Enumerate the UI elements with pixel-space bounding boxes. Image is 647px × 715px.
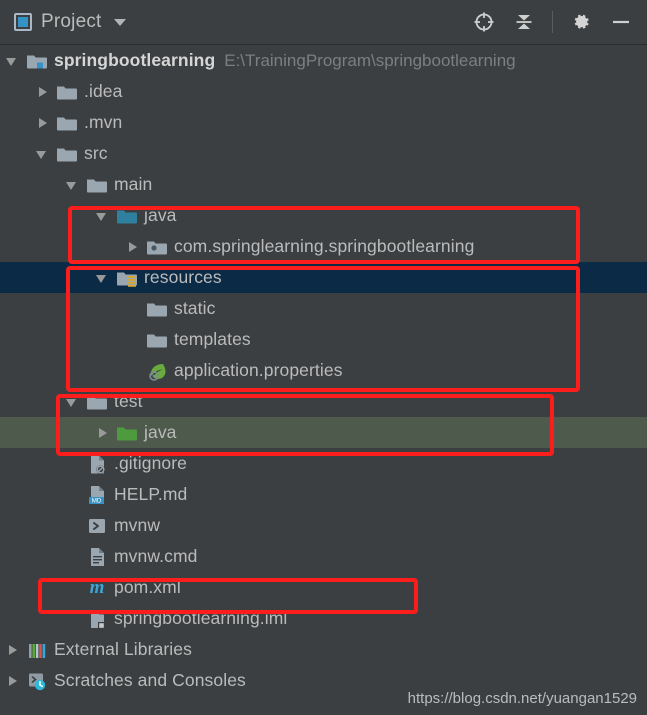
no-expander: [126, 333, 140, 347]
folder-icon: [56, 113, 78, 133]
panel-title: Project: [41, 11, 102, 32]
no-expander: [66, 519, 80, 533]
hide-button[interactable]: [609, 10, 633, 34]
chevron-right-icon[interactable]: [96, 426, 110, 440]
iml-module-file-icon: [86, 609, 108, 629]
tree-row[interactable]: mvnw.cmd: [0, 541, 647, 572]
collapse-all-button[interactable]: [512, 10, 536, 34]
chevron-down-icon[interactable]: [66, 178, 80, 192]
tree-row-label: java: [144, 422, 177, 442]
svg-text:MD: MD: [92, 497, 102, 504]
tree-row-label: Scratches and Consoles: [54, 670, 246, 690]
toolbar-separator: [552, 11, 553, 33]
tree-row-label: main: [114, 174, 153, 194]
tree-row[interactable]: .gitignore: [0, 448, 647, 479]
chevron-down-icon[interactable]: [113, 18, 126, 26]
tree-row[interactable]: springbootlearning.iml: [0, 603, 647, 634]
select-opened-file-button[interactable]: [472, 10, 496, 34]
chevron-down-icon[interactable]: [36, 147, 50, 161]
tree-row[interactable]: MD HELP.md: [0, 479, 647, 510]
shell-script-icon: [86, 516, 108, 536]
tree-row-label: .idea: [84, 81, 123, 101]
spring-properties-icon: [146, 361, 168, 381]
folder-icon: [56, 144, 78, 164]
project-panel-icon: [14, 13, 32, 31]
tree-row-label: resources: [144, 267, 222, 287]
chevron-right-icon[interactable]: [6, 674, 20, 688]
scratches-icon: [26, 671, 48, 691]
tree-row[interactable]: static: [0, 293, 647, 324]
settings-button[interactable]: [569, 10, 593, 34]
folder-icon: [146, 299, 168, 319]
no-expander: [66, 612, 80, 626]
folder-icon: [86, 175, 108, 195]
tree-row[interactable]: src: [0, 138, 647, 169]
no-expander: [66, 550, 80, 564]
watermark: https://blog.csdn.net/yuangan1529: [407, 690, 637, 707]
tree-row-label: static: [174, 298, 216, 318]
tree-row-label: mvnw: [114, 515, 161, 535]
tree-row-label: .mvn: [84, 112, 123, 132]
tree-row-label: mvnw.cmd: [114, 546, 198, 566]
tree-row-label: springbootlearning.iml: [114, 608, 288, 628]
chevron-down-icon[interactable]: [66, 395, 80, 409]
package-icon: [146, 237, 168, 257]
no-expander: [66, 488, 80, 502]
chevron-right-icon[interactable]: [6, 643, 20, 657]
tree-row-label: pom.xml: [114, 577, 181, 597]
tree-row[interactable]: application.properties: [0, 355, 647, 386]
tree-row-label: src: [84, 143, 108, 163]
gitignore-file-icon: [86, 454, 108, 474]
chevron-right-icon[interactable]: [126, 240, 140, 254]
markdown-file-icon: MD: [86, 485, 108, 505]
tree-row-label: com.springlearning.springbootlearning: [174, 236, 475, 256]
resource-root-folder-icon: [116, 268, 138, 288]
tree-row[interactable]: main: [0, 169, 647, 200]
folder-icon: [86, 392, 108, 412]
tree-row[interactable]: java: [0, 200, 647, 231]
chevron-right-icon[interactable]: [36, 85, 50, 99]
tree-row[interactable]: m pom.xml: [0, 572, 647, 603]
no-expander: [126, 302, 140, 316]
source-root-folder-icon: [116, 206, 138, 226]
folder-icon: [56, 82, 78, 102]
toolbar-actions: [472, 10, 647, 34]
chevron-down-icon[interactable]: [6, 54, 20, 68]
tree-row[interactable]: springbootlearning E:\TrainingProgram\spr…: [0, 45, 647, 76]
tree-row-label: application.properties: [174, 360, 343, 380]
tree-row[interactable]: External Libraries: [0, 634, 647, 665]
module-folder-icon: [26, 51, 48, 71]
no-expander: [126, 364, 140, 378]
chevron-down-icon[interactable]: [96, 209, 110, 223]
no-expander: [66, 581, 80, 595]
tree-row[interactable]: mvnw: [0, 510, 647, 541]
tree-row-label: springbootlearning: [54, 50, 216, 70]
chevron-right-icon[interactable]: [36, 116, 50, 130]
no-expander: [66, 457, 80, 471]
tree-row-label: .gitignore: [114, 453, 187, 473]
tree-row-label: External Libraries: [54, 639, 192, 659]
tree-row[interactable]: .mvn: [0, 107, 647, 138]
tree-row-path: E:\TrainingProgram\springbootlearning: [224, 50, 516, 70]
toolbar-title-group[interactable]: Project: [0, 11, 126, 33]
maven-file-icon: m: [89, 576, 105, 598]
libraries-icon: [26, 640, 48, 660]
tree-row-label: java: [144, 205, 177, 225]
tree-row-label: templates: [174, 329, 251, 349]
test-source-folder-icon: [116, 423, 138, 443]
folder-icon: [146, 330, 168, 350]
tree-row-label: HELP.md: [114, 484, 188, 504]
project-tool-window: Project springbootlearning E:\TrainingPr…: [0, 0, 647, 715]
tree-row-label: test: [114, 391, 143, 411]
tree-row[interactable]: java: [0, 417, 647, 448]
tree-row[interactable]: templates: [0, 324, 647, 355]
tree-row[interactable]: resources: [0, 262, 647, 293]
project-tree[interactable]: springbootlearning E:\TrainingProgram\spr…: [0, 45, 647, 715]
tree-row[interactable]: test: [0, 386, 647, 417]
chevron-down-icon[interactable]: [96, 271, 110, 285]
tree-row[interactable]: com.springlearning.springbootlearning: [0, 231, 647, 262]
text-file-icon: [86, 547, 108, 567]
tree-row[interactable]: .idea: [0, 76, 647, 107]
project-toolbar: Project: [0, 0, 647, 45]
